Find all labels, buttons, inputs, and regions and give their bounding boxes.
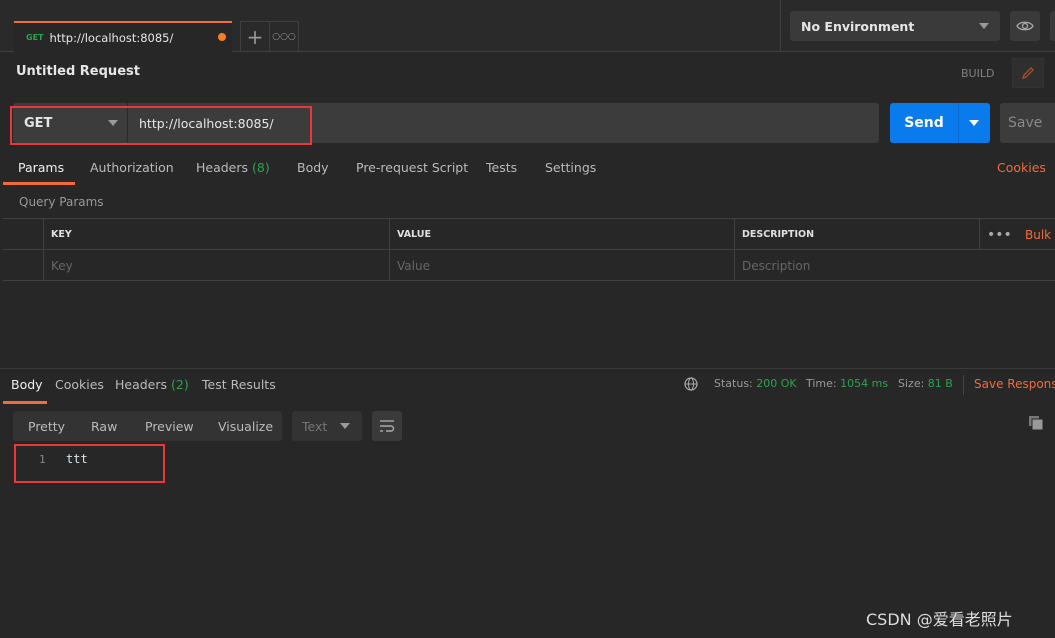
settings-button[interactable] — [1050, 11, 1055, 41]
tab-authorization[interactable]: Authorization — [90, 160, 174, 186]
response-tabs: Body Cookies Headers (2) Test Results — [0, 377, 660, 404]
chevron-down-icon — [979, 23, 989, 29]
tab-pre-request-script[interactable]: Pre-request Script — [356, 160, 468, 186]
time-label: Time: — [806, 377, 837, 390]
tab-tests[interactable]: Tests — [486, 160, 517, 186]
environment-label: No Environment — [801, 18, 915, 34]
plus-icon: + — [246, 25, 264, 49]
query-params-title: Query Params — [19, 195, 104, 209]
status-value: 200 OK — [756, 377, 797, 390]
tab-body[interactable]: Body — [297, 160, 329, 186]
tab-response-body[interactable]: Body — [11, 377, 43, 403]
response-status[interactable]: Status: 200 OK — [714, 377, 797, 390]
request-title[interactable]: Untitled Request — [16, 64, 140, 79]
environment-select[interactable]: No Environment — [790, 11, 1000, 41]
ellipsis-icon: ○○○ — [272, 32, 296, 42]
mode-label: BUILD — [961, 67, 995, 80]
view-pretty[interactable]: Pretty — [28, 411, 65, 441]
divider — [780, 0, 781, 52]
tab-options-button[interactable]: ○○○ — [269, 21, 299, 52]
size-value: 81 B — [927, 377, 953, 390]
request-tab[interactable]: GET http://localhost:8085/ — [14, 21, 232, 52]
view-visualize[interactable]: Visualize — [218, 411, 273, 441]
send-button[interactable]: Send — [890, 103, 990, 143]
request-tabs: Params Authorization Headers (8) Body Pr… — [0, 160, 1055, 186]
status-label: Status: — [714, 377, 753, 390]
highlight-box — [14, 444, 165, 483]
tab-label: Headers — [196, 160, 249, 175]
response-time[interactable]: Time: 1054 ms — [806, 377, 888, 390]
bulk-edit-link[interactable]: Bulk — [1018, 219, 1055, 250]
globe-icon[interactable] — [684, 377, 698, 391]
more-options-icon[interactable]: ••• — [979, 219, 1013, 250]
cookies-link[interactable]: Cookies — [997, 160, 1046, 186]
value-input[interactable]: Value — [389, 250, 734, 281]
format-select[interactable]: Text — [292, 411, 362, 441]
eye-icon — [1016, 21, 1034, 31]
table-header: KEY VALUE DESCRIPTION ••• Bulk — [3, 219, 1055, 250]
table-row: Key Value Description — [3, 250, 1055, 281]
edit-button[interactable] — [1012, 58, 1044, 88]
response-size[interactable]: Size: 81 B — [898, 377, 953, 390]
view-preview[interactable]: Preview — [145, 411, 194, 441]
view-raw[interactable]: Raw — [91, 411, 117, 441]
chevron-down-icon — [340, 423, 350, 429]
pane-divider[interactable] — [0, 368, 1055, 369]
column-value: VALUE — [389, 219, 734, 250]
time-value: 1054 ms — [840, 377, 889, 390]
format-label: Text — [302, 418, 328, 434]
description-input[interactable]: Description — [734, 250, 1055, 281]
tab-test-results[interactable]: Test Results — [202, 377, 276, 403]
column-key: KEY — [43, 219, 389, 250]
divider — [963, 375, 964, 395]
pencil-icon — [1022, 67, 1034, 79]
tab-response-headers[interactable]: Headers (2) — [115, 377, 189, 403]
query-params-table: KEY VALUE DESCRIPTION ••• Bulk Key Value… — [3, 218, 1055, 281]
headers-count: (2) — [171, 377, 189, 392]
watermark: CSDN @爱看老照片 — [866, 610, 1013, 629]
wrap-icon — [380, 420, 395, 432]
highlight-box — [10, 106, 312, 145]
tab-headers[interactable]: Headers (8) — [196, 160, 270, 186]
headers-count: (8) — [252, 160, 270, 175]
active-tab-indicator — [3, 401, 47, 404]
tab-label: Headers — [115, 377, 168, 392]
tab-url: http://localhost:8085/ — [49, 30, 174, 45]
active-tab-indicator — [3, 182, 75, 185]
unsaved-dot-icon — [218, 33, 226, 41]
send-label: Send — [890, 103, 959, 143]
key-input[interactable]: Key — [43, 250, 389, 281]
new-tab-button[interactable]: + — [240, 21, 270, 52]
chevron-down-icon[interactable] — [969, 120, 979, 126]
tab-method: GET — [26, 33, 44, 42]
save-response-button[interactable]: Save Response — [974, 377, 1055, 391]
column-description: DESCRIPTION — [734, 219, 979, 250]
tab-settings[interactable]: Settings — [545, 160, 596, 186]
save-button[interactable]: Save — [1000, 103, 1055, 143]
wrap-lines-button[interactable] — [372, 411, 402, 441]
size-label: Size: — [898, 377, 925, 390]
environment-quick-look-button[interactable] — [1010, 11, 1040, 41]
copy-icon[interactable] — [1029, 416, 1043, 430]
tab-response-cookies[interactable]: Cookies — [55, 377, 104, 403]
